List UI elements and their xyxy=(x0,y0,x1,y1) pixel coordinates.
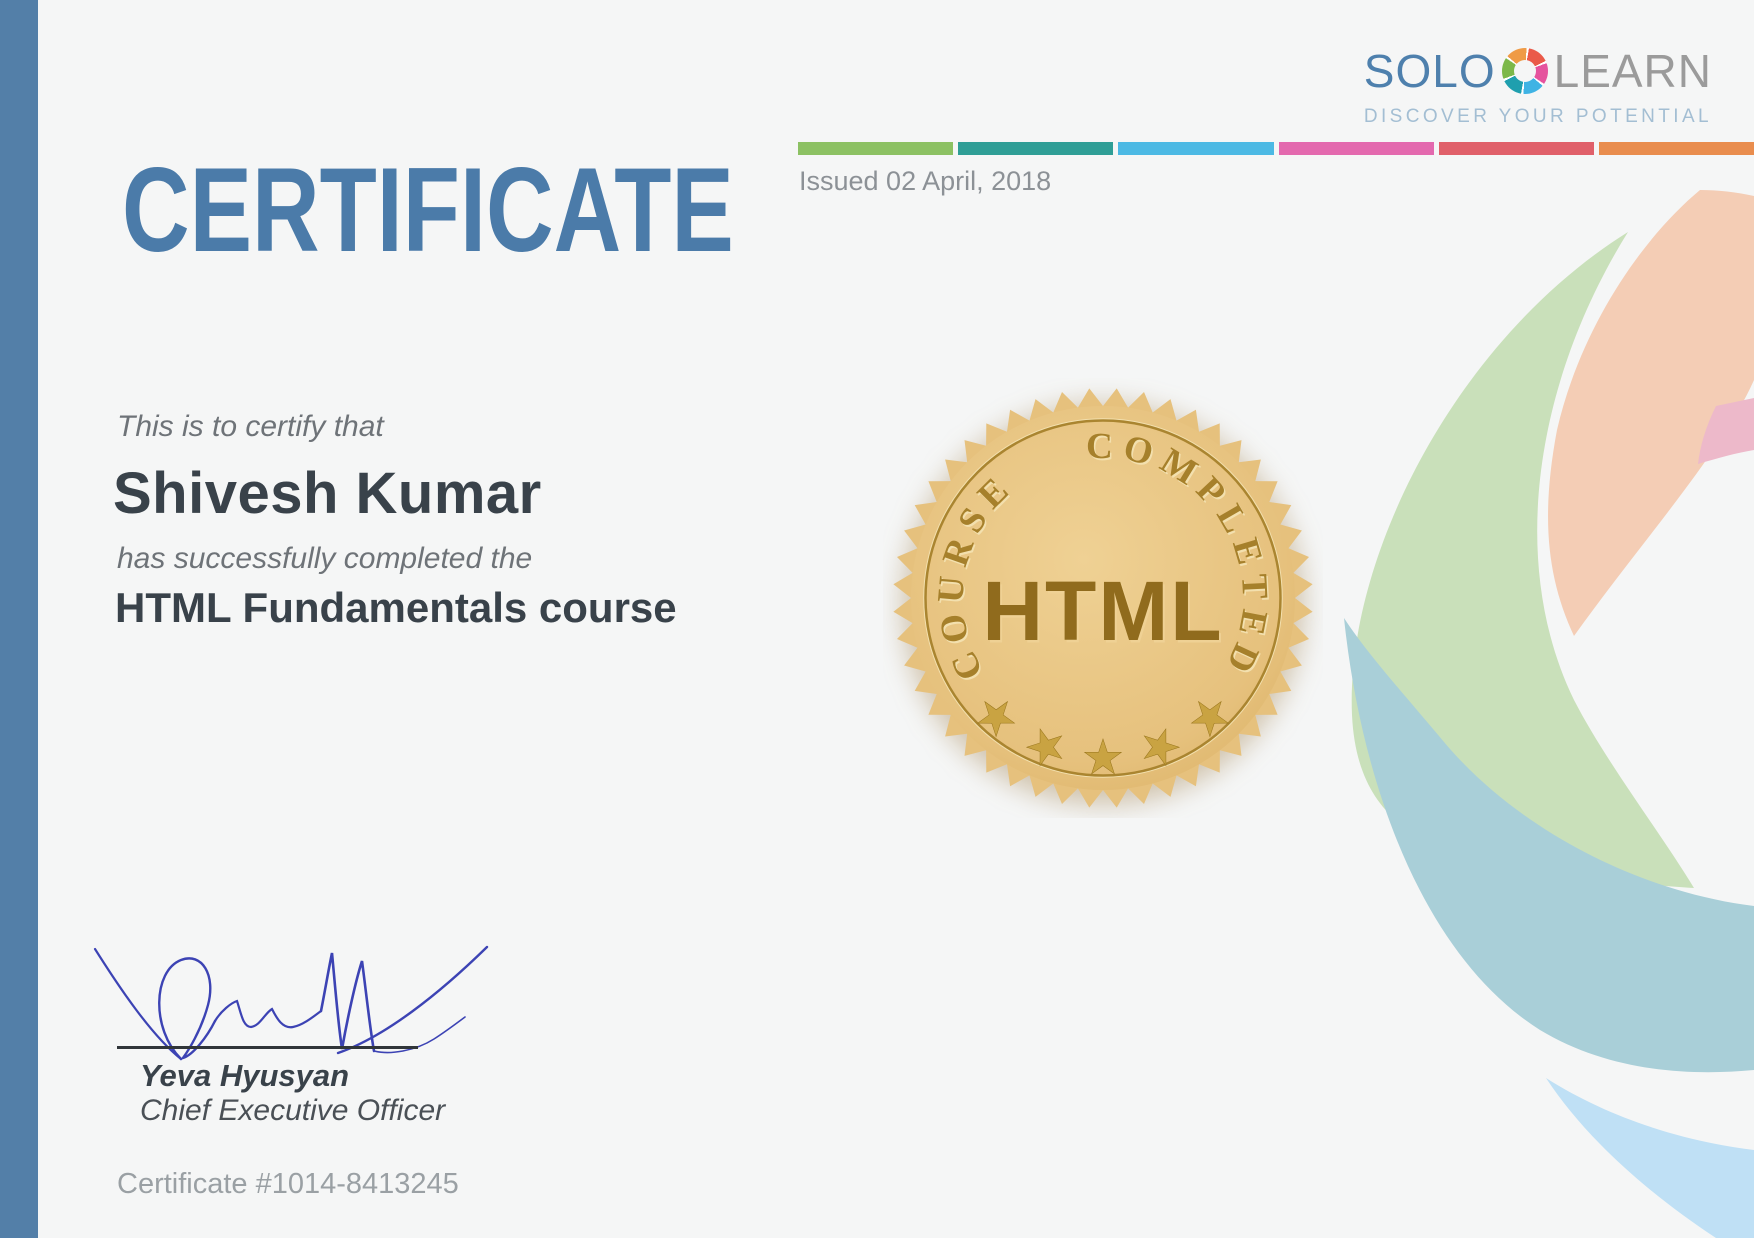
course-name: HTML Fundamentals course xyxy=(115,584,677,631)
certificate-title: CERTIFICATE xyxy=(122,143,734,278)
brand-wordmark: SOLO LEARN xyxy=(1364,44,1712,98)
accent-bar-segment xyxy=(1118,142,1274,155)
brand-logo: SOLO LEARN DISCOVER YOUR POTENTIAL xyxy=(1364,44,1712,128)
deco-teal-petal xyxy=(1344,618,1754,1073)
recipient-name: Shivesh Kumar xyxy=(113,461,542,526)
aperture-icon xyxy=(1501,48,1548,94)
issued-date: Issued 02 April, 2018 xyxy=(799,166,1052,196)
course-completed-seal: COURSE COMPLETED COURSE COMPLETED HTML H… xyxy=(893,388,1313,808)
accent-bar-segment xyxy=(1438,142,1594,155)
accent-color-bar xyxy=(798,142,1754,155)
certificate-number: Certificate #1014-8413245 xyxy=(117,1168,459,1200)
signer-title: Chief Executive Officer xyxy=(140,1094,446,1127)
signature-line xyxy=(117,1046,418,1049)
seal-star: ★ xyxy=(1082,731,1124,784)
signature-scribble xyxy=(93,945,489,1061)
deco-skyblue-petal xyxy=(1546,1078,1754,1238)
accent-bar-segment xyxy=(1278,142,1434,155)
accent-bar-segment xyxy=(1598,142,1754,155)
brand-name-secondary: LEARN xyxy=(1553,45,1712,97)
signer-name: Yeva Hyusyan xyxy=(140,1058,350,1093)
brand-name-primary: SOLO xyxy=(1363,45,1496,97)
deco-pink-petal xyxy=(1698,398,1754,464)
seal-center-text: HTML xyxy=(982,564,1223,658)
deco-green-petal xyxy=(1351,232,1694,888)
accent-bar-segment xyxy=(798,142,954,155)
accent-bar-segment xyxy=(958,142,1114,155)
left-accent-bar xyxy=(0,0,38,1238)
brand-tagline: DISCOVER YOUR POTENTIAL xyxy=(1363,106,1712,127)
svg-text:★: ★ xyxy=(1082,731,1123,783)
certificate-page: CERTIFICATE SOLO LEARN DISCOVER YOUR POT… xyxy=(0,0,1754,1238)
certify-line: This is to certify that xyxy=(117,410,384,443)
deco-peach-petal xyxy=(1548,190,1754,636)
completion-line: has successfully completed the xyxy=(117,542,533,575)
